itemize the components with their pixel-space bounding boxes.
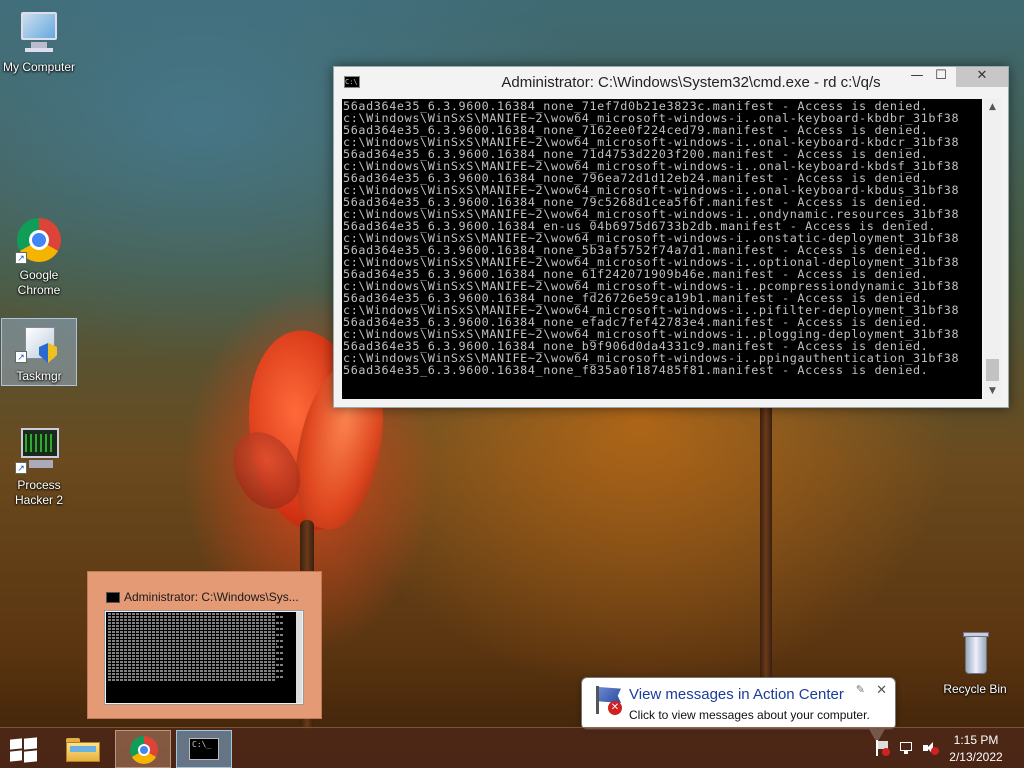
- thumbnail-console-line: [108, 664, 284, 666]
- title-bar[interactable]: C:\ Administrator: C:\Windows\System32\c…: [334, 67, 1008, 97]
- taskbar-cmd[interactable]: C:\_: [176, 730, 232, 768]
- scroll-down-arrow-icon[interactable]: ▼: [984, 383, 1001, 399]
- chrome-icon: ↗: [15, 216, 63, 264]
- notification-body: Click to view messages about your comput…: [629, 708, 870, 722]
- vertical-scrollbar[interactable]: ▲ ▼: [984, 99, 1001, 399]
- taskbar-thumbnail-preview[interactable]: Administrator: C:\Windows\Sys...: [87, 571, 322, 719]
- process-hacker-icon: ↗: [15, 426, 63, 474]
- notification-title[interactable]: View messages in Action Center: [629, 686, 844, 703]
- taskbar-chrome[interactable]: [115, 730, 171, 768]
- action-center-tray-icon[interactable]: [874, 740, 890, 756]
- desktop-icon-label: Recycle Bin: [943, 682, 1007, 696]
- thumbnail-console-line: [108, 655, 276, 657]
- computer-icon: [15, 8, 63, 56]
- thumbnail-console-line: [108, 625, 276, 627]
- desktop-icon-label: My Computer: [2, 60, 76, 74]
- thumbnail-console-line: [108, 667, 276, 669]
- desktop-icon-recycle-bin[interactable]: Recycle Bin: [937, 630, 1013, 697]
- notification-options-icon[interactable]: ✎: [856, 683, 865, 696]
- desktop-icon-google-chrome[interactable]: ↗ Google Chrome: [1, 216, 77, 298]
- desktop-icon-taskmgr[interactable]: ↗ Taskmgr: [1, 318, 77, 386]
- thumbnail-console-line: [108, 676, 284, 678]
- thumbnail-console-line: [108, 631, 276, 633]
- thumbnail-console-line: [108, 658, 284, 660]
- desktop-icon-my-computer[interactable]: My Computer: [1, 8, 77, 75]
- thumbnail-console-line: [108, 637, 276, 639]
- shortcut-arrow-icon: ↗: [15, 351, 27, 363]
- folder-icon: [66, 736, 100, 762]
- desktop-icon-process-hacker[interactable]: ↗ Process Hacker 2: [1, 426, 77, 508]
- desktop-icon-label: Process Hacker 2: [14, 478, 64, 507]
- thumbnail-console-line: [108, 652, 284, 654]
- clock-time: 1:15 PM: [953, 733, 999, 747]
- desktop-icon-label: Google Chrome: [17, 268, 61, 297]
- cmd-app-icon: [106, 592, 120, 603]
- action-center-notification[interactable]: ✕ View messages in Action Center Click t…: [581, 677, 896, 743]
- clock-date: 2/13/2022: [949, 750, 1003, 764]
- start-button[interactable]: [6, 736, 38, 763]
- console-output[interactable]: 56ad364e35_6.3.9600.16384_none_71ef7d0b2…: [342, 99, 982, 399]
- thumbnail-console-line: [108, 619, 276, 621]
- shortcut-arrow-icon: ↗: [15, 462, 27, 474]
- network-icon[interactable]: [898, 740, 914, 756]
- cmd-app-icon: C:\_: [189, 738, 219, 760]
- close-button[interactable]: ✕: [956, 67, 1008, 87]
- desktop-icon-label: Taskmgr: [16, 369, 62, 383]
- taskbar-clock[interactable]: 1:15 PM 2/13/2022: [936, 732, 1016, 766]
- thumbnail-console-line: [108, 649, 276, 651]
- taskmgr-icon: ↗: [15, 325, 63, 365]
- scrollbar-thumb[interactable]: [986, 359, 999, 381]
- thumbnail-console-line: [108, 673, 276, 675]
- thumbnail-console-line: [108, 628, 284, 630]
- taskbar-file-explorer[interactable]: [56, 730, 112, 768]
- thumbnail-title: Administrator: C:\Windows\Sys...: [124, 590, 299, 604]
- thumbnail-console: [106, 612, 296, 703]
- thumbnail-console-line: [108, 613, 276, 615]
- maximize-button[interactable]: ☐: [926, 67, 956, 87]
- thumbnail-console-line: [108, 640, 284, 642]
- thumbnail-console-line: [108, 643, 278, 645]
- shortcut-arrow-icon: ↗: [15, 252, 27, 264]
- thumbnail-console-line: [108, 622, 284, 624]
- thumbnail-image: [104, 610, 304, 705]
- taskbar: C:\_ 1:15 PM 2/13/2022: [0, 727, 1024, 768]
- thumbnail-console-line: [108, 679, 276, 681]
- console-line: 56ad364e35_6.3.9600.16384_none_f835a0f18…: [343, 363, 929, 377]
- action-center-flag-icon: ✕: [594, 686, 624, 716]
- thumbnail-scrollbar: [296, 612, 302, 703]
- chrome-icon: [130, 736, 158, 764]
- thumbnail-console-line: [108, 661, 276, 663]
- thumbnail-console-line: [108, 670, 284, 672]
- thumbnail-console-line: [108, 646, 284, 648]
- recycle-bin-icon: [951, 630, 999, 678]
- thumbnail-console-line: [108, 634, 284, 636]
- cmd-window[interactable]: C:\ Administrator: C:\Windows\System32\c…: [333, 66, 1009, 408]
- scroll-up-arrow-icon[interactable]: ▲: [984, 99, 1001, 115]
- thumbnail-console-line: [108, 616, 284, 618]
- notification-close-button[interactable]: ✕: [876, 683, 887, 698]
